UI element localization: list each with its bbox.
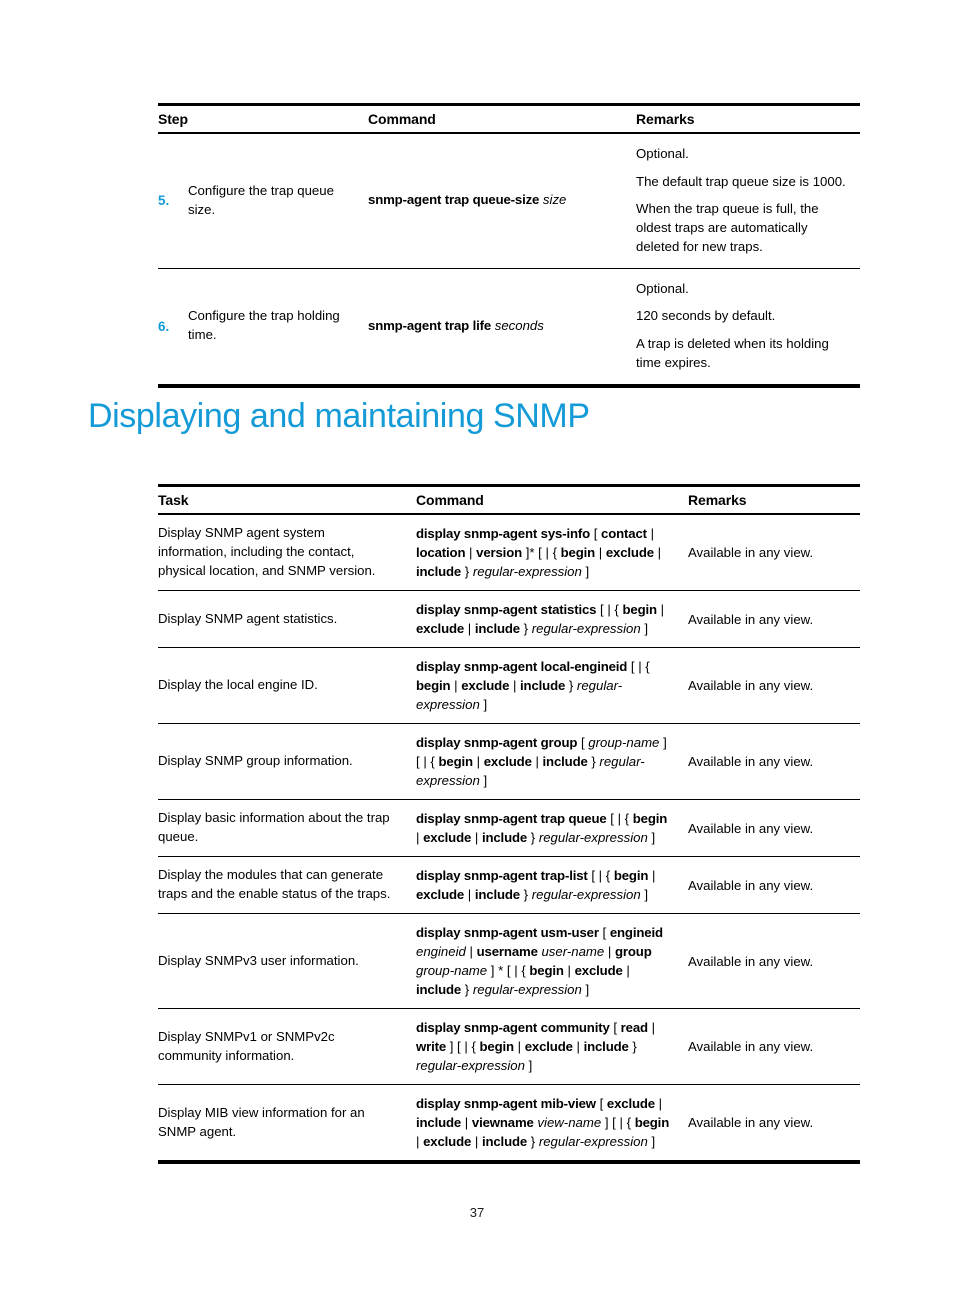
command-text: display snmp-agent community [ read | wr…	[416, 1020, 656, 1073]
command-text: display snmp-agent trap queue [ | { begi…	[416, 811, 668, 845]
column-header-command: Command	[368, 111, 436, 127]
remark-line: When the trap queue is full, the oldest …	[636, 201, 819, 254]
task-command: display snmp-agent community [ read | wr…	[416, 1009, 688, 1085]
table-row: Display MIB view information for an SNMP…	[158, 1085, 860, 1161]
task-command: display snmp-agent mib-view [ exclude | …	[416, 1085, 688, 1161]
task-command: display snmp-agent sys-info [ contact | …	[416, 514, 688, 591]
table-row: Display SNMPv3 user information. display …	[158, 914, 860, 1009]
table-bottom-rule	[158, 384, 860, 388]
display-maintain-table: Task Command Remarks Display SNMP agent …	[158, 484, 860, 1160]
configuration-steps-table: Step Command Remarks 5. Configure the tra…	[158, 103, 861, 384]
table-row: Display SNMP agent system information, i…	[158, 514, 860, 591]
table-header-row: Step Command Remarks	[158, 104, 861, 133]
table-bottom-rule	[158, 1160, 860, 1164]
column-header-command: Command	[416, 492, 484, 508]
task-remarks: Available in any view.	[688, 678, 814, 693]
table-row: Display SNMPv1 or SNMPv2c community info…	[158, 1009, 860, 1085]
task-command: display snmp-agent trap queue [ | { begi…	[416, 800, 688, 857]
step-command: snmp-agent trap life seconds	[368, 268, 636, 383]
step-command: snmp-agent trap queue-size size	[368, 133, 636, 268]
command-text: display snmp-agent usm-user [ engineid e…	[416, 925, 663, 997]
remark-line: Optional.	[636, 146, 689, 161]
table-row: Display the modules that can generate tr…	[158, 857, 860, 914]
table-header-row: Task Command Remarks	[158, 485, 860, 514]
task-description: Display SNMP group information.	[158, 753, 353, 769]
step-remarks: Optional. 120 seconds by default. A trap i…	[636, 268, 860, 383]
table-row: 5. Configure the trap queue size. snmp-age…	[158, 133, 861, 269]
command-text: display snmp-agent mib-view [ exclude | …	[416, 1096, 670, 1149]
command-text: display snmp-agent group [ group-name ] …	[416, 735, 667, 788]
task-command: display snmp-agent local-engineid [ | { …	[416, 648, 688, 724]
task-remarks: Available in any view.	[688, 611, 814, 627]
step-remarks: Optional. The default trap queue size is …	[636, 133, 860, 268]
command-text: display snmp-agent sys-info [ contact | …	[416, 526, 662, 579]
remark-line: 120 seconds by default.	[636, 308, 776, 324]
task-command: display snmp-agent group [ group-name ] …	[416, 724, 688, 800]
table-row: Display the local engine ID. display snmp…	[158, 648, 860, 724]
task-remarks: Available in any view.	[688, 545, 814, 560]
task-description: Display the local engine ID.	[158, 677, 318, 693]
table-row: Display SNMP group information. display s…	[158, 724, 860, 800]
page-number: 37	[469, 1205, 485, 1220]
task-remarks: Available in any view.	[688, 820, 814, 836]
column-header-remarks: Remarks	[636, 111, 695, 127]
task-remarks: Available in any view.	[688, 877, 814, 893]
command-text: display snmp-agent trap-list [ | { begin…	[416, 868, 656, 902]
task-description: Display the modules that can generate tr…	[158, 867, 391, 901]
task-remarks: Available in any view.	[688, 754, 814, 769]
command-text: display snmp-agent local-engineid [ | { …	[416, 659, 650, 712]
command-text: snmp-agent trap life seconds	[368, 317, 544, 333]
task-remarks: Available in any view.	[688, 1039, 814, 1054]
task-description: Display SNMP agent system information, i…	[158, 525, 376, 578]
task-description: Display SNMP agent statistics.	[158, 610, 338, 626]
remark-line: Optional.	[636, 280, 689, 296]
step-number: 6.	[158, 318, 170, 334]
remark-line: The default trap queue size is 1000.	[636, 173, 846, 189]
column-header-remarks: Remarks	[688, 492, 747, 508]
table-row: 6. Configure the trap holding time. snmp-a…	[158, 268, 860, 383]
command-text: display snmp-agent statistics [ | { begi…	[416, 602, 665, 636]
step-description: Configure the trap holding time.	[188, 308, 340, 343]
column-header-task: Task	[158, 492, 189, 508]
command-text: snmp-agent trap queue-size size	[368, 192, 567, 208]
document-page: Step Command Remarks 5. Configure the tra…	[0, 0, 954, 1296]
step-number: 5.	[158, 193, 170, 209]
task-description: Display basic information about the trap…	[158, 810, 390, 844]
task-description: Display SNMPv1 or SNMPv2c community info…	[158, 1028, 335, 1063]
step-description: Configure the trap queue size.	[188, 183, 334, 217]
task-description: Display MIB view information for an SNMP…	[158, 1104, 365, 1139]
task-remarks: Available in any view.	[688, 953, 814, 969]
task-command: display snmp-agent usm-user [ engineid e…	[416, 914, 688, 1009]
table-row: Display SNMP agent statistics. display sn…	[158, 591, 860, 648]
table-row: Display basic information about the trap…	[158, 800, 860, 857]
task-command: display snmp-agent trap-list [ | { begin…	[416, 857, 688, 914]
column-header-step: Step	[158, 111, 188, 127]
remark-line: A trap is deleted when its holding time …	[636, 336, 829, 370]
task-command: display snmp-agent statistics [ | { begi…	[416, 591, 688, 648]
task-description: Display SNMPv3 user information.	[158, 952, 359, 968]
task-remarks: Available in any view.	[688, 1115, 814, 1130]
page-title: Displaying and maintaining SNMP	[88, 397, 590, 435]
